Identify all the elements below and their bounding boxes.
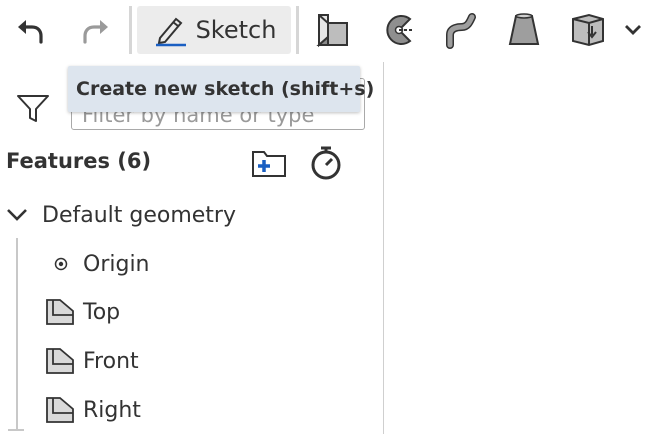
redo-arrow-icon	[83, 20, 108, 44]
stopwatch-icon	[311, 146, 341, 180]
sketch-label: Sketch	[195, 16, 277, 44]
toolbar-separator	[129, 6, 132, 54]
tree-item-right[interactable]: Right	[46, 395, 141, 425]
chevron-down-icon[interactable]	[6, 208, 28, 222]
extrude-icon	[316, 14, 348, 48]
revolve-icon	[386, 15, 414, 45]
plane-icon	[46, 299, 74, 325]
pencil-icon	[155, 17, 186, 47]
tree-item-label: Right	[83, 397, 141, 423]
features-title: Features (6)	[6, 149, 152, 173]
tree-group-label: Default geometry	[42, 202, 236, 228]
tree-item-origin[interactable]: Origin	[50, 249, 150, 279]
sweep-icon	[446, 13, 476, 49]
toolbar: Sketch	[0, 0, 649, 62]
sketch-tooltip: Create new sketch (shift+s)	[68, 66, 374, 112]
tree-item-label: Front	[83, 348, 139, 374]
tree-guide-end	[8, 429, 24, 431]
tree-group-default-geometry[interactable]: Default geometry	[6, 200, 236, 230]
sketch-button[interactable]: Sketch	[137, 6, 291, 54]
add-folder-button[interactable]	[251, 148, 287, 182]
more-tools-button[interactable]	[620, 6, 646, 54]
undo-arrow-icon	[18, 20, 43, 44]
derived-part-button[interactable]	[567, 6, 609, 54]
toolbar-separator	[296, 6, 299, 54]
revolve-button[interactable]	[378, 6, 420, 54]
tree-item-front[interactable]: Front	[46, 346, 139, 376]
tree-guide-line	[16, 238, 18, 430]
undo-button[interactable]	[8, 6, 52, 54]
plane-icon	[46, 348, 74, 374]
rollback-button[interactable]	[309, 144, 343, 186]
loft-icon	[508, 13, 540, 45]
extrude-button[interactable]	[312, 6, 354, 54]
chevron-down-icon	[625, 25, 641, 35]
origin-point-icon	[54, 257, 68, 271]
derived-part-icon	[572, 13, 604, 47]
redo-button[interactable]	[74, 6, 118, 54]
tree-item-top[interactable]: Top	[46, 297, 120, 327]
sweep-button[interactable]	[440, 6, 482, 54]
plane-icon	[46, 397, 74, 423]
tree-item-label: Top	[83, 299, 121, 325]
loft-button[interactable]	[503, 6, 545, 54]
add-folder-icon	[252, 151, 286, 177]
filter-icon[interactable]	[16, 94, 50, 124]
tree-item-label: Origin	[83, 251, 150, 277]
